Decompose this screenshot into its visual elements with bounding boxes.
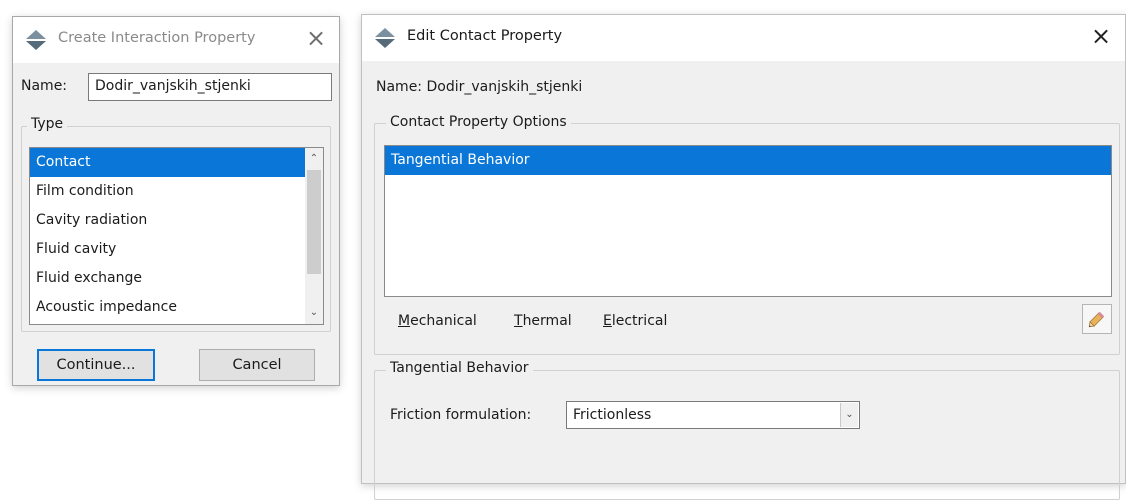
scroll-up-icon[interactable]: ⌃ — [305, 150, 323, 168]
abaqus-diamond-icon — [375, 28, 395, 48]
friction-formulation-select[interactable]: Frictionless ⌄ — [566, 401, 860, 429]
options-group-title: Contact Property Options — [386, 114, 571, 130]
type-list-item[interactable]: Film condition — [30, 177, 323, 206]
continue-button[interactable]: Continue... — [37, 349, 155, 381]
menu-mnemonic: T — [514, 313, 523, 329]
friction-formulation-label: Friction formulation: — [390, 407, 532, 423]
menu-thermal[interactable]: Thermal — [514, 313, 572, 329]
type-list-item[interactable]: Acoustic impedance — [30, 293, 323, 322]
close-icon[interactable]: × — [1086, 21, 1116, 51]
menu-label: hermal — [522, 313, 572, 329]
menu-mnemonic: E — [603, 313, 612, 329]
dialog-title: Create Interaction Property — [58, 30, 256, 46]
title-bar: Edit Contact Property × — [362, 15, 1125, 61]
type-group-title: Type — [27, 116, 68, 132]
contact-option-item[interactable]: Tangential Behavior — [385, 146, 1111, 175]
scroll-down-icon[interactable]: ⌄ — [305, 304, 323, 322]
type-list-item[interactable]: Fluid exchange — [30, 264, 323, 293]
behavior-group-title: Tangential Behavior — [386, 360, 533, 376]
chevron-down-icon[interactable]: ⌄ — [840, 403, 858, 427]
menu-mnemonic: M — [398, 313, 411, 329]
type-list-item[interactable]: Fluid cavity — [30, 235, 323, 264]
type-listbox[interactable]: Contact Film condition Cavity radiation Flu… — [29, 147, 324, 325]
edit-contact-property-dialog: Edit Contact Property × Name: Dodir_vanj… — [361, 14, 1126, 500]
abaqus-diamond-icon — [26, 30, 46, 50]
menu-label: lectrical — [611, 313, 668, 329]
name-label: Name: — [21, 78, 68, 94]
property-name-text: Name: Dodir_vanjskih_stjenki — [376, 79, 583, 95]
title-bar: Create Interaction Property × — [13, 17, 339, 63]
pencil-icon — [1088, 311, 1105, 328]
menu-mechanical[interactable]: Mechanical — [398, 313, 477, 329]
menu-electrical[interactable]: Electrical — [603, 313, 667, 329]
scrollbar-thumb[interactable] — [307, 170, 321, 274]
friction-formulation-value: Frictionless — [573, 407, 652, 423]
menu-label: echanical — [410, 313, 477, 329]
create-interaction-property-dialog: Create Interaction Property × Name: Dodi… — [12, 16, 340, 386]
name-input[interactable]: Dodir_vanjskih_stjenki — [88, 73, 332, 101]
dialog-title: Edit Contact Property — [407, 28, 563, 44]
type-list-item[interactable]: Cavity radiation — [30, 206, 323, 235]
cancel-button[interactable]: Cancel — [199, 349, 315, 381]
close-icon[interactable]: × — [301, 23, 331, 53]
type-list-item[interactable]: Contact — [30, 148, 323, 177]
contact-options-listbox[interactable]: Tangential Behavior — [384, 145, 1112, 297]
type-list-scrollbar[interactable]: ⌃ ⌄ — [305, 148, 323, 324]
edit-option-button[interactable] — [1082, 304, 1112, 334]
